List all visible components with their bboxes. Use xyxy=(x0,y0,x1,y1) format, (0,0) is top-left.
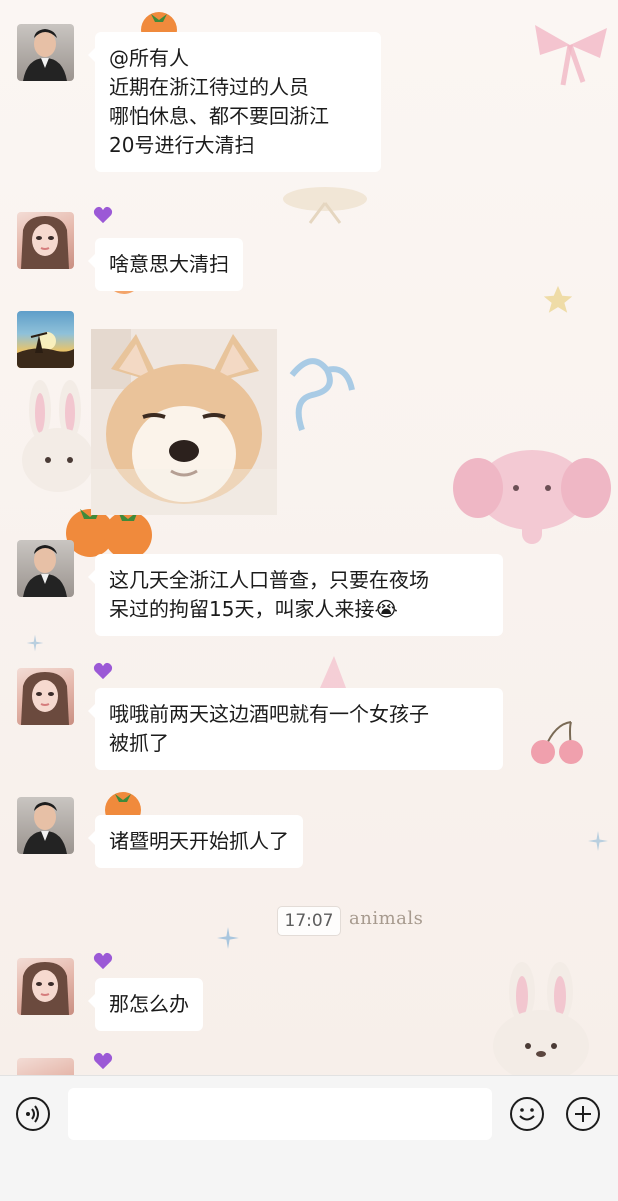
message-bubble[interactable]: 啥意思大清扫 xyxy=(88,238,243,291)
message-input[interactable] xyxy=(68,1088,492,1140)
party-hat-icon xyxy=(320,656,346,688)
chat-input-bar xyxy=(0,1075,618,1201)
wallpaper-caption: animals xyxy=(349,908,424,929)
message-bubble[interactable]: 诸暨明天开始抓人了 xyxy=(88,815,303,868)
ribbon-bow-icon xyxy=(535,25,607,86)
message-bubble[interactable]: 哦哦前两天这边酒吧就有一个女孩子 被抓了 xyxy=(88,688,503,770)
avatar[interactable] xyxy=(17,24,74,81)
sparkle-icon xyxy=(217,927,239,949)
star-icon xyxy=(543,285,573,313)
sparkle-icon xyxy=(588,831,608,851)
purple-heart-icon xyxy=(93,662,113,680)
avatar[interactable] xyxy=(17,668,74,725)
avatar[interactable] xyxy=(17,797,74,854)
sparkle-icon xyxy=(26,634,44,652)
bunny-icon xyxy=(493,962,589,1075)
cherry-icon xyxy=(531,721,583,764)
purple-heart-icon xyxy=(93,206,113,224)
dog-sticker[interactable] xyxy=(91,329,277,515)
purple-heart-icon xyxy=(93,1052,113,1070)
message-bubble[interactable]: 这几天全浙江人口普查，只要在夜场 呆过的拘留15天，叫家人来接😭 xyxy=(88,554,503,636)
avatar[interactable] xyxy=(17,1058,74,1075)
voice-icon[interactable] xyxy=(16,1097,50,1131)
elephant-icon xyxy=(453,450,611,544)
emoji-icon[interactable] xyxy=(510,1097,544,1131)
avatar[interactable] xyxy=(17,958,74,1015)
avatar[interactable] xyxy=(17,212,74,269)
avatar[interactable] xyxy=(17,311,74,368)
bow-icon xyxy=(283,187,367,224)
message-bubble[interactable]: @所有人 近期在浙江待过的人员 哪怕休息、都不要回浙江 20号进行大清扫 xyxy=(88,32,381,172)
avatar[interactable] xyxy=(17,540,74,597)
purple-heart-icon xyxy=(93,952,113,970)
chat-background: @所有人 近期在浙江待过的人员 哪怕休息、都不要回浙江 20号进行大清扫 啥意思… xyxy=(0,0,618,1075)
bunny-icon xyxy=(22,380,94,492)
plus-icon[interactable] xyxy=(566,1097,600,1131)
timestamp: 17:07 xyxy=(277,906,341,936)
ribbon-icon xyxy=(289,358,355,431)
message-bubble[interactable]: 那怎么办 xyxy=(88,978,203,1031)
